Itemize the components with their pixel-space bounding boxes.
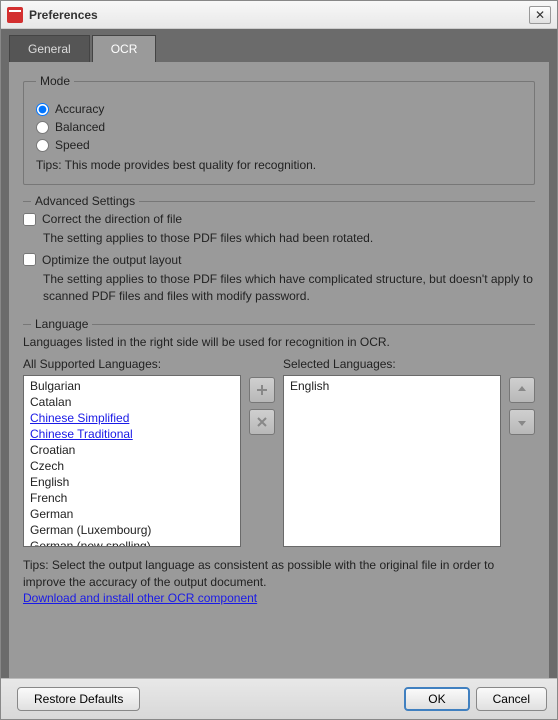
selected-listbox[interactable]: English — [283, 375, 501, 547]
language-columns: All Supported Languages: BulgarianCatala… — [23, 357, 535, 547]
advanced-group: Correct the direction of file The settin… — [23, 212, 535, 316]
tab-general[interactable]: General — [9, 35, 90, 62]
footer: Restore Defaults OK Cancel — [1, 678, 557, 719]
correct-direction-desc: The setting applies to those PDF files w… — [43, 230, 535, 247]
move-col — [509, 357, 535, 435]
list-item[interactable]: Croatian — [26, 442, 238, 458]
optimize-layout-row: Optimize the output layout — [23, 253, 535, 267]
list-item[interactable]: Chinese Simplified — [26, 410, 238, 426]
remove-button[interactable] — [249, 409, 275, 435]
selected-col: Selected Languages: English — [283, 357, 501, 547]
download-ocr-link[interactable]: Download and install other OCR component — [23, 591, 535, 605]
close-button[interactable]: ✕ — [529, 6, 551, 24]
mode-group: Mode Accuracy Balanced Speed Tips: This … — [23, 74, 535, 185]
language-divider: Language — [23, 324, 535, 325]
titlebar: Preferences ✕ — [1, 1, 557, 29]
list-item[interactable]: German — [26, 506, 238, 522]
arrow-up-icon — [516, 384, 528, 396]
list-item[interactable]: Czech — [26, 458, 238, 474]
mode-balanced-row: Balanced — [36, 120, 522, 134]
mode-speed-row: Speed — [36, 138, 522, 152]
optimize-layout-checkbox[interactable] — [23, 253, 36, 266]
tab-content: Mode Accuracy Balanced Speed Tips: This … — [9, 62, 549, 678]
mode-accuracy-radio[interactable] — [36, 103, 49, 116]
list-item[interactable]: English — [26, 474, 238, 490]
move-down-button[interactable] — [509, 409, 535, 435]
x-icon — [256, 416, 268, 428]
correct-direction-label: Correct the direction of file — [42, 212, 182, 226]
app-icon — [7, 7, 23, 23]
list-item[interactable]: German (new spelling) — [26, 538, 238, 547]
list-item[interactable]: English — [286, 378, 498, 394]
mode-accuracy-label: Accuracy — [55, 102, 104, 116]
list-item[interactable]: Chinese Traditional — [26, 426, 238, 442]
mode-tip: Tips: This mode provides best quality fo… — [36, 158, 522, 172]
tabs-area: General OCR Mode Accuracy Balanced Speed… — [1, 29, 557, 678]
advanced-legend: Advanced Settings — [31, 194, 139, 208]
correct-direction-checkbox[interactable] — [23, 213, 36, 226]
mode-accuracy-row: Accuracy — [36, 102, 522, 116]
mode-balanced-radio[interactable] — [36, 121, 49, 134]
language-tip: Tips: Select the output language as cons… — [23, 557, 535, 591]
ok-button[interactable]: OK — [404, 687, 469, 711]
preferences-window: Preferences ✕ General OCR Mode Accuracy … — [0, 0, 558, 720]
mode-balanced-label: Balanced — [55, 120, 105, 134]
arrow-down-icon — [516, 416, 528, 428]
list-item[interactable]: Bulgarian — [26, 378, 238, 394]
mode-speed-radio[interactable] — [36, 139, 49, 152]
supported-listbox[interactable]: BulgarianCatalanChinese SimplifiedChines… — [23, 375, 241, 547]
correct-direction-row: Correct the direction of file — [23, 212, 535, 226]
list-item[interactable]: German (Luxembourg) — [26, 522, 238, 538]
list-item[interactable]: Catalan — [26, 394, 238, 410]
list-item[interactable]: French — [26, 490, 238, 506]
language-group: Languages listed in the right side will … — [23, 335, 535, 611]
language-intro: Languages listed in the right side will … — [23, 335, 535, 349]
add-button[interactable] — [249, 377, 275, 403]
optimize-layout-label: Optimize the output layout — [42, 253, 181, 267]
language-legend: Language — [31, 317, 92, 331]
move-up-button[interactable] — [509, 377, 535, 403]
selected-label: Selected Languages: — [283, 357, 501, 371]
restore-defaults-button[interactable]: Restore Defaults — [17, 687, 140, 711]
plus-icon — [256, 384, 268, 396]
supported-label: All Supported Languages: — [23, 357, 241, 371]
optimize-layout-desc: The setting applies to those PDF files w… — [43, 271, 535, 305]
add-remove-col — [249, 357, 275, 435]
advanced-divider: Advanced Settings — [23, 201, 535, 202]
mode-speed-label: Speed — [55, 138, 90, 152]
supported-col: All Supported Languages: BulgarianCatala… — [23, 357, 241, 547]
tab-ocr[interactable]: OCR — [92, 35, 157, 62]
mode-legend: Mode — [36, 74, 74, 88]
window-title: Preferences — [29, 8, 529, 22]
cancel-button[interactable]: Cancel — [476, 687, 547, 711]
tabs: General OCR — [9, 35, 549, 62]
